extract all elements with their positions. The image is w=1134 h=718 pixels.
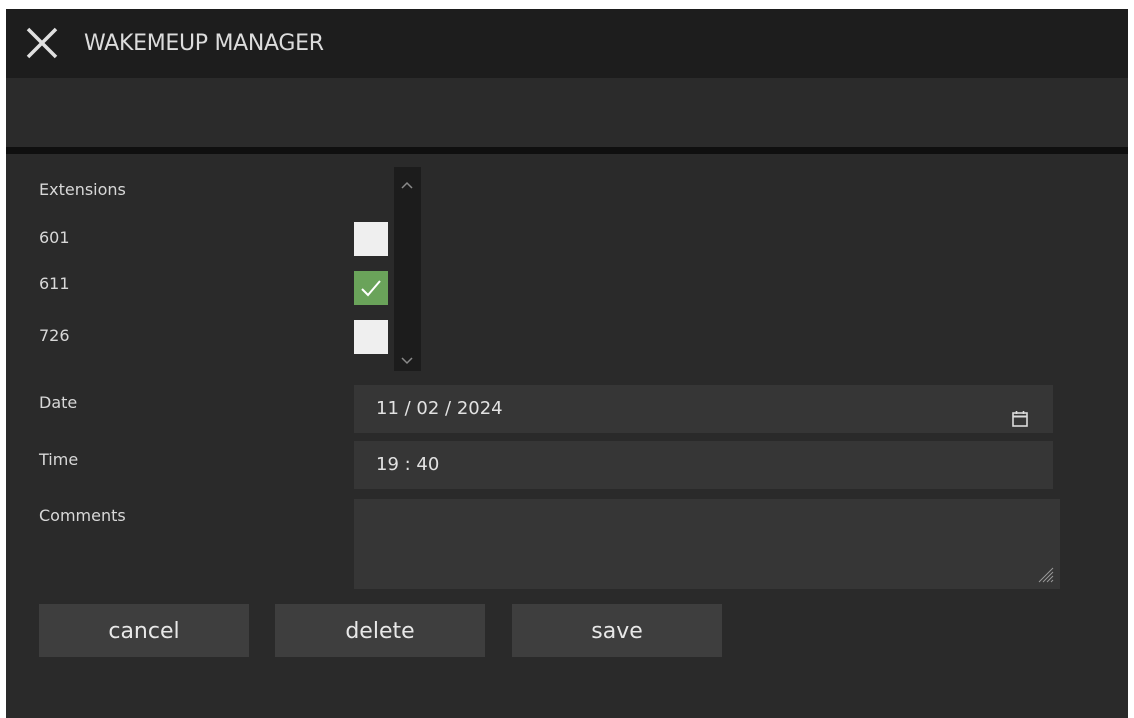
title-bar: WAKEMEUP MANAGER: [6, 9, 1128, 78]
calendar-icon[interactable]: [1011, 399, 1029, 427]
date-value: 11 / 02 / 2024: [376, 398, 503, 419]
date-label: Date: [39, 393, 78, 412]
comments-textarea[interactable]: [354, 499, 1060, 589]
extension-label-611: 611: [39, 274, 70, 293]
cancel-button[interactable]: cancel: [39, 604, 249, 657]
date-field[interactable]: 11 / 02 / 2024: [354, 385, 1053, 433]
comments-label: Comments: [39, 506, 126, 525]
header-divider: [6, 147, 1128, 154]
resize-grip-icon[interactable]: [1036, 565, 1054, 583]
chevron-up-icon[interactable]: [400, 175, 414, 189]
window-title: WAKEMEUP MANAGER: [84, 31, 324, 56]
save-button[interactable]: save: [512, 604, 722, 657]
extension-checkbox-611[interactable]: [354, 271, 388, 305]
extension-label-601: 601: [39, 228, 70, 247]
extensions-scrollbar[interactable]: [394, 167, 421, 371]
wakemeup-dialog: WAKEMEUP MANAGER Extensions 601 611 726 …: [6, 9, 1128, 718]
extension-checkbox-601[interactable]: [354, 222, 388, 256]
extension-checkbox-726[interactable]: [354, 320, 388, 354]
delete-button[interactable]: delete: [275, 604, 485, 657]
close-icon[interactable]: [24, 25, 60, 61]
time-field[interactable]: 19 : 40: [354, 441, 1053, 489]
checkmark-icon: [361, 280, 381, 297]
time-label: Time: [39, 450, 79, 469]
extensions-header: Extensions: [39, 180, 126, 199]
time-value: 19 : 40: [376, 454, 440, 475]
toolbar-area: [6, 78, 1128, 147]
extension-label-726: 726: [39, 326, 70, 345]
chevron-down-icon[interactable]: [400, 351, 414, 365]
